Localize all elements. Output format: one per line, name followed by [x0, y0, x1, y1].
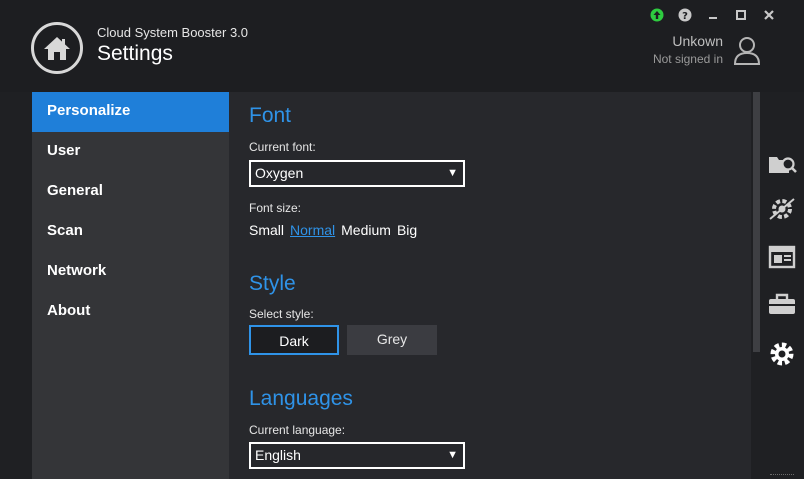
languages-section-title: Languages — [249, 387, 353, 410]
sidebar-item-about[interactable]: About — [32, 292, 229, 332]
upload-icon[interactable] — [650, 8, 664, 22]
home-icon — [44, 37, 70, 60]
scan-folder-icon[interactable] — [767, 150, 797, 178]
dropdown-arrow-icon: ▼ — [447, 167, 458, 179]
page-title: Settings — [97, 42, 173, 65]
font-size-small[interactable]: Small — [249, 222, 284, 238]
settings-content: Font Current font: Oxygen ▼ Font size: S… — [229, 92, 751, 479]
rail-grip[interactable] — [770, 474, 794, 479]
content-scrollbar[interactable] — [751, 92, 762, 479]
browser-window-icon[interactable] — [767, 243, 797, 271]
user-status: Not signed in — [652, 52, 723, 66]
sidebar-item-general[interactable]: General — [32, 172, 229, 212]
sidebar-item-user[interactable]: User — [32, 132, 229, 172]
svg-text:?: ? — [682, 11, 688, 22]
toolbox-icon[interactable] — [767, 290, 797, 318]
font-section-title: Font — [249, 104, 292, 127]
sidebar: Personalize User General Scan Network Ab… — [32, 92, 229, 479]
font-size-medium[interactable]: Medium — [341, 222, 391, 238]
header: Cloud System Booster 3.0 Settings ? Unko… — [0, 0, 804, 92]
language-select[interactable]: English ▼ — [249, 442, 465, 469]
user-avatar-icon[interactable] — [733, 36, 761, 66]
titlebar-controls: ? — [650, 6, 776, 24]
font-size-big[interactable]: Big — [397, 222, 417, 238]
sidebar-item-personalize[interactable]: Personalize — [32, 92, 229, 132]
style-section-title: Style — [249, 272, 296, 295]
user-name: Unkown — [672, 33, 723, 49]
style-dark-button[interactable]: Dark — [249, 325, 339, 355]
app-window: Cloud System Booster 3.0 Settings ? Unko… — [0, 0, 804, 479]
font-size-normal[interactable]: Normal — [290, 222, 335, 238]
minimize-icon[interactable] — [706, 8, 720, 22]
sidebar-item-scan[interactable]: Scan — [32, 212, 229, 252]
current-font-label: Current font: — [249, 140, 316, 154]
font-select-value: Oxygen — [255, 165, 304, 181]
select-style-label: Select style: — [249, 307, 314, 321]
maximize-icon[interactable] — [734, 8, 748, 22]
close-icon[interactable] — [762, 8, 776, 22]
home-button[interactable] — [31, 22, 83, 74]
font-size-options: Small Normal Medium Big — [249, 222, 417, 238]
dropdown-arrow-icon: ▼ — [447, 449, 458, 461]
current-language-label: Current language: — [249, 423, 346, 437]
settings-network-icon[interactable] — [767, 195, 797, 223]
tool-rail — [762, 92, 804, 479]
help-icon[interactable]: ? — [678, 8, 692, 22]
app-title: Cloud System Booster 3.0 — [97, 25, 249, 40]
language-select-value: English — [255, 447, 301, 463]
font-select[interactable]: Oxygen ▼ — [249, 160, 465, 187]
style-grey-button[interactable]: Grey — [347, 325, 437, 355]
sidebar-item-network[interactable]: Network — [32, 252, 229, 292]
font-size-label: Font size: — [249, 201, 302, 215]
gear-icon[interactable] — [767, 340, 797, 368]
scrollbar-thumb[interactable] — [753, 92, 760, 352]
